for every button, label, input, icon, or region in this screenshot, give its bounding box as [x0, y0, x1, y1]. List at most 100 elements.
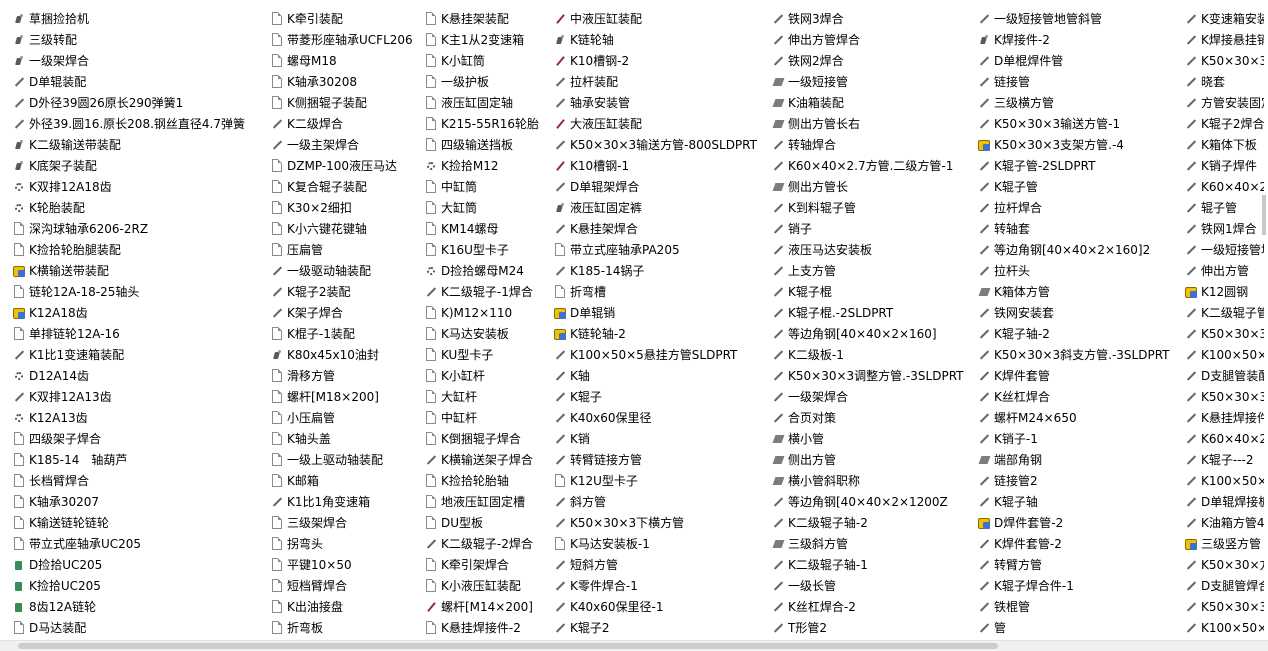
file-item[interactable]: K60×40×2.7方管.二级方管-1 — [759, 155, 953, 176]
file-item[interactable]: K10槽钢-2 — [541, 50, 716, 71]
file-item[interactable]: D支腿管焊合 — [1172, 575, 1264, 596]
file-item[interactable]: 滑移方管 — [258, 365, 433, 386]
file-item[interactable]: 铁网安装套 — [965, 302, 1140, 323]
file-item[interactable]: K链轮轴-2 — [541, 323, 716, 344]
file-item[interactable]: K100×50×6 — [1172, 344, 1264, 365]
file-item[interactable]: 转轴套 — [965, 218, 1140, 239]
file-item[interactable]: K牵引装配 — [258, 8, 433, 29]
file-item[interactable]: K30×2细扣 — [258, 197, 433, 218]
file-item[interactable]: K销子焊件 — [1172, 155, 1264, 176]
file-item[interactable]: K100×50×6 — [1172, 617, 1264, 638]
file-item[interactable]: K轴 — [541, 365, 716, 386]
file-item[interactable]: 草捆捡拾机 — [0, 8, 175, 29]
file-item[interactable]: K50×30×3输送方管-800SLDPRT — [541, 134, 757, 155]
file-item[interactable]: K棍子-1装配 — [258, 323, 433, 344]
file-item[interactable]: 一级长管 — [759, 575, 934, 596]
file-item[interactable]: D外径39圆26原长290弹簧1 — [0, 92, 183, 113]
file-item[interactable]: 方管安装固定 — [1172, 92, 1264, 113]
file-item[interactable]: K变速箱安装 — [1172, 8, 1264, 29]
file-item[interactable]: D单辊焊接板 — [1172, 491, 1264, 512]
file-item[interactable]: K50×30×3 — [1172, 50, 1264, 71]
horizontal-scrollbar-thumb[interactable] — [18, 643, 998, 649]
file-item[interactable]: K轴头盖 — [258, 428, 433, 449]
file-item[interactable]: 液压缸固定裤 — [541, 197, 716, 218]
file-item[interactable]: 一级主架焊合 — [258, 134, 433, 155]
file-item[interactable]: K50×30×3调整方管.-3SLDPRT — [759, 365, 964, 386]
file-item[interactable]: 带菱形座轴承UCFL206 — [258, 29, 433, 50]
file-item[interactable]: T形管2 — [759, 617, 934, 638]
file-item[interactable]: 一级短接管地 — [1172, 239, 1264, 260]
file-item[interactable]: K50×30×方管 — [1172, 554, 1264, 575]
file-item[interactable]: 中液压缸装配 — [541, 8, 716, 29]
file-item[interactable]: 一级短接管 — [759, 71, 934, 92]
file-item[interactable]: 合页对策 — [759, 407, 934, 428]
file-item[interactable]: K辊子轴 — [965, 491, 1140, 512]
file-item[interactable]: 转臂方管 — [965, 554, 1140, 575]
file-item[interactable]: K二级焊合 — [258, 113, 433, 134]
file-item[interactable]: D捡拾UC205 — [0, 554, 175, 575]
file-item[interactable]: K50×30×3输送方管-1 — [965, 113, 1140, 134]
file-item[interactable]: K二级辊子轴-1 — [759, 554, 934, 575]
file-item[interactable]: 短斜方管 — [541, 554, 716, 575]
file-item[interactable]: K侧捆辊子装配 — [258, 92, 433, 113]
file-item[interactable]: 三级架焊合 — [258, 512, 433, 533]
file-item[interactable]: 压扁管 — [258, 239, 433, 260]
file-item[interactable]: K二级输送带装配 — [0, 134, 175, 155]
file-item[interactable]: K辊子管-2SLDPRT — [965, 155, 1140, 176]
file-item[interactable]: K双排12A18齿 — [0, 176, 175, 197]
file-item[interactable]: 8齿12A链轮 — [0, 596, 175, 617]
file-item[interactable]: 轴承安装管 — [541, 92, 716, 113]
file-item[interactable]: K二级辊子管 — [1172, 302, 1264, 323]
file-item[interactable]: 上支方管 — [759, 260, 934, 281]
file-item[interactable]: K轮胎装配 — [0, 197, 175, 218]
file-item[interactable]: 深沟球轴承6206-2RZ — [0, 218, 175, 239]
file-item[interactable]: K轴承30208 — [258, 71, 433, 92]
file-item[interactable]: 斜方管 — [541, 491, 716, 512]
file-item[interactable]: K60×40×2.7 — [1172, 176, 1264, 197]
file-item[interactable]: K辊子棍.-2SLDPRT — [759, 302, 934, 323]
file-item[interactable]: K辊子管 — [965, 176, 1140, 197]
file-item[interactable]: 三级横方管 — [965, 92, 1140, 113]
file-item[interactable]: K185-14 轴葫芦 — [0, 449, 175, 470]
file-item[interactable]: K辊子---2 — [1172, 449, 1264, 470]
file-item[interactable]: K80x45x10油封 — [258, 344, 433, 365]
file-item[interactable]: 三级转配 — [0, 29, 175, 50]
file-item[interactable]: K底架子装配 — [0, 155, 175, 176]
file-item[interactable]: K12U型卡子 — [541, 470, 716, 491]
file-item[interactable]: K箱体方管 — [965, 281, 1140, 302]
file-item[interactable]: D单棍焊件管 — [965, 50, 1140, 71]
file-item[interactable]: K40x60保里径 — [541, 407, 716, 428]
file-item[interactable]: 拉杆焊合 — [965, 197, 1140, 218]
file-item[interactable]: 三级斜方管 — [759, 533, 934, 554]
file-item[interactable]: K输送链轮链轮 — [0, 512, 175, 533]
file-item[interactable]: 长档臂焊合 — [0, 470, 175, 491]
file-item[interactable]: K焊件套管-2 — [965, 533, 1140, 554]
file-item[interactable]: 链接管2 — [965, 470, 1140, 491]
file-item[interactable]: 转轴焊合 — [759, 134, 934, 155]
file-item[interactable]: 转臂链接方管 — [541, 449, 716, 470]
file-item[interactable]: K60×40×2.7 — [1172, 428, 1264, 449]
file-item[interactable]: K销子-1 — [965, 428, 1140, 449]
file-item[interactable]: K辊子2 — [541, 617, 716, 638]
file-item[interactable]: K链轮轴 — [541, 29, 716, 50]
file-item[interactable]: K12圆钢 — [1172, 281, 1264, 302]
file-item[interactable]: 一级短接管地管斜管 — [965, 8, 1140, 29]
file-item[interactable]: K二级板-1 — [759, 344, 934, 365]
file-item[interactable]: K捡拾轮胎腿装配 — [0, 239, 175, 260]
file-item[interactable]: 销子 — [759, 218, 934, 239]
file-item[interactable]: K油箱方管40 — [1172, 512, 1264, 533]
file-item[interactable]: 侧出方管 — [759, 449, 934, 470]
file-item[interactable]: K箱体下板 — [1172, 134, 1264, 155]
file-item[interactable]: K40x60保里径-1 — [541, 596, 716, 617]
file-item[interactable]: K辊子 — [541, 386, 716, 407]
file-item[interactable]: K邮箱 — [258, 470, 433, 491]
file-item[interactable]: D马达装配 — [0, 617, 175, 638]
file-item[interactable]: K轴承30207 — [0, 491, 175, 512]
file-item[interactable]: 三级竖方管 — [1172, 533, 1264, 554]
file-item[interactable]: K1比1变速箱装配 — [0, 344, 175, 365]
file-item[interactable]: K架子焊合 — [258, 302, 433, 323]
file-item[interactable]: K100×50×5 — [1172, 470, 1264, 491]
file-item[interactable]: K小六键花键轴 — [258, 218, 433, 239]
file-item[interactable]: 一级架焊合 — [0, 50, 175, 71]
file-item[interactable]: 端部角钢 — [965, 449, 1140, 470]
